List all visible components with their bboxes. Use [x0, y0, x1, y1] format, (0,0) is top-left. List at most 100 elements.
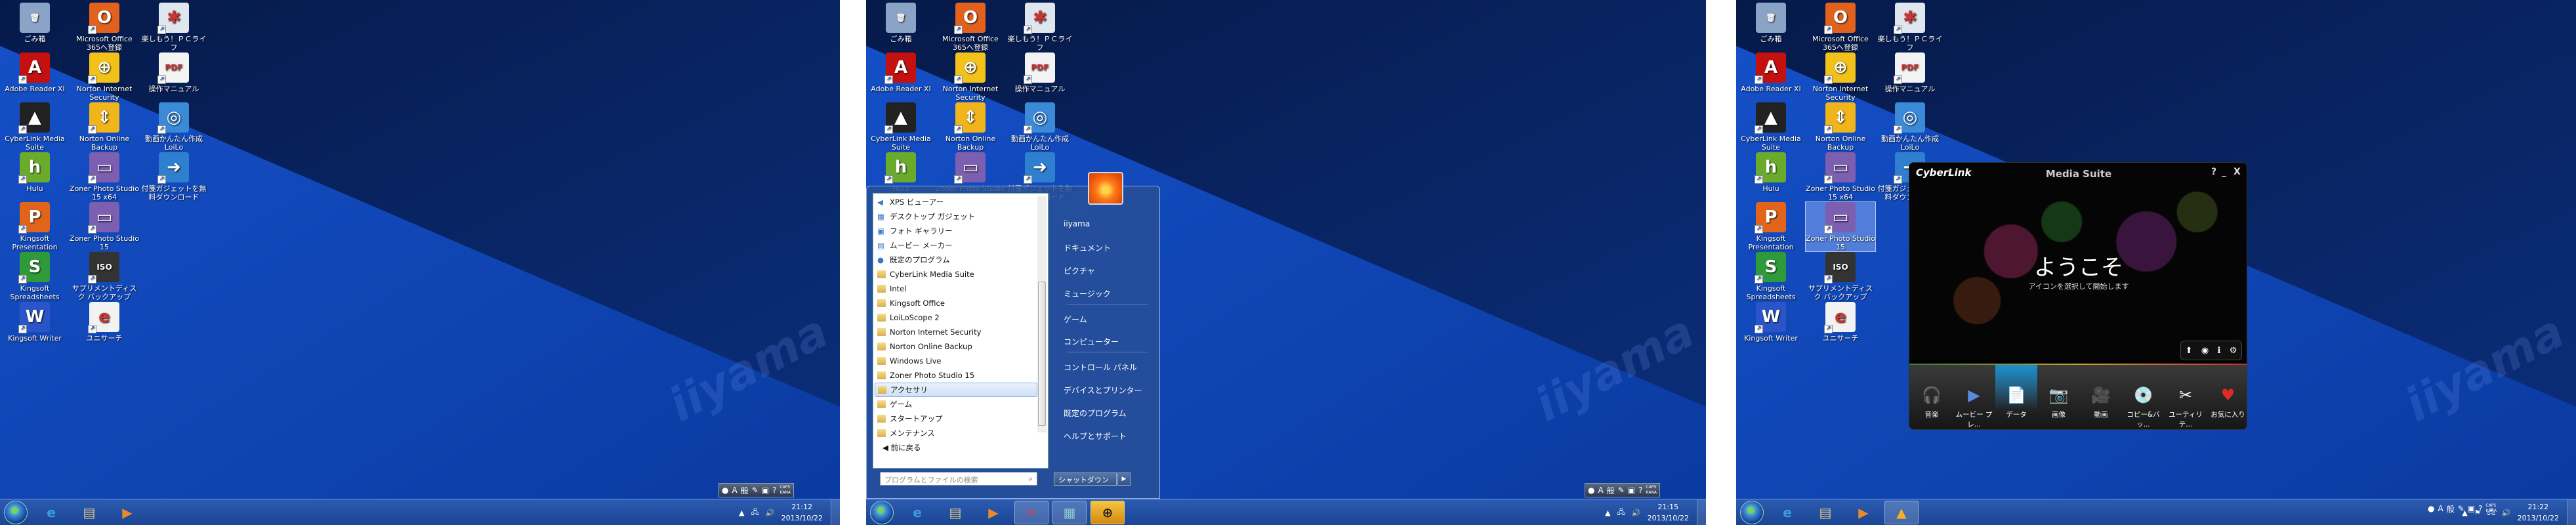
desktop-icon[interactable]: ⊕ ↗ Norton Internet Security: [1806, 52, 1875, 102]
ime-tools-icon[interactable]: ▣: [762, 486, 769, 495]
desktop-icon[interactable]: ⇕ ↗ Norton Online Backup: [936, 102, 1005, 152]
ime-conversion-mode[interactable]: 般: [1607, 485, 1615, 496]
category-button[interactable]: ▶ ムービー プレ...: [1953, 365, 1995, 429]
desktop-icon[interactable]: A ↗ Adobe Reader XI: [0, 52, 70, 93]
program-item[interactable]: ゲーム: [875, 397, 1037, 411]
back-button[interactable]: ◀ 前に戻る: [883, 442, 921, 453]
scrollbar-thumb[interactable]: [1038, 282, 1046, 426]
program-item[interactable]: CyberLink Media Suite: [875, 267, 1037, 282]
cyberlink-community-icon[interactable]: ◉: [2201, 346, 2209, 356]
show-desktop-button[interactable]: [2567, 499, 2576, 525]
category-button[interactable]: 🎧 音楽: [1911, 365, 1953, 429]
desktop-icon[interactable]: 🗑 ごみ箱: [1736, 3, 1806, 43]
desktop-icon[interactable]: A ↗ Adobe Reader XI: [866, 52, 936, 93]
desktop-icon[interactable]: P↗Kingsoft Presentation: [0, 202, 70, 251]
desktop-icon[interactable]: h↗Hulu: [0, 152, 70, 193]
program-item[interactable]: ◀ XPS ビューアー: [875, 195, 1037, 209]
help-button[interactable]: ?: [2211, 167, 2216, 177]
desktop-icon[interactable]: ▭↗Zoner Photo Studio 15: [70, 202, 139, 251]
language-bar[interactable]: ● A 般 ✎ ▣? CAPS KANA: [718, 483, 795, 497]
desktop-icon[interactable]: S↗Kingsoft Spreadsheets: [0, 252, 70, 301]
start-menu-link[interactable]: ピクチャ: [1064, 265, 1095, 276]
desktop-icon[interactable]: PDF ↗ 操作マニュアル: [139, 52, 209, 93]
input-mode[interactable]: A: [732, 486, 737, 495]
help-icon[interactable]: ?: [2478, 504, 2482, 513]
start-menu-link[interactable]: ミュージック: [1064, 288, 1111, 299]
desktop-icon[interactable]: ⊕ ↗ Norton Internet Security: [936, 52, 1005, 102]
program-item[interactable]: Windows Live: [875, 354, 1037, 368]
volume-icon[interactable]: 🔊: [1632, 509, 1641, 517]
program-item[interactable]: ▤ ムービー メーカー: [875, 238, 1037, 253]
clock[interactable]: 21:12 2013/10/22: [781, 501, 823, 524]
input-mode[interactable]: A: [2438, 504, 2443, 513]
desktop-icon[interactable]: ➜↗付箋ガジェットを無料ダウンロード: [139, 152, 209, 201]
gadgets-taskbar-button[interactable]: ▦: [1052, 501, 1087, 524]
norton-taskbar-button[interactable]: ⊕: [1091, 501, 1125, 524]
category-button[interactable]: 📄 データ: [1995, 365, 2037, 429]
desktop-icon[interactable]: ISO↗サプリメントディスク バックアップ: [70, 252, 139, 301]
desktop-icon[interactable]: ▭↗Zoner Photo Studio 15 x64: [70, 152, 139, 201]
program-item[interactable]: メンテナンス: [875, 426, 1037, 440]
desktop-icon[interactable]: A ↗ Adobe Reader XI: [1736, 52, 1806, 93]
help-icon[interactable]: ?: [1638, 486, 1642, 495]
desktop-icon[interactable]: O ↗ Microsoft Office 365へ登録: [70, 3, 139, 52]
start-menu-link[interactable]: iiyama: [1064, 219, 1090, 228]
settings-gear-icon[interactable]: ⚙: [2230, 346, 2237, 356]
start-button[interactable]: [870, 501, 894, 524]
program-item[interactable]: ▦ デスクトップ ガジェット: [875, 209, 1037, 224]
desktop-icon[interactable]: ◎ ↗ 動画かんたん作成 LoiLo: [139, 102, 209, 152]
ime-conversion-mode[interactable]: 般: [741, 485, 749, 496]
explorer-taskbar-button[interactable]: ▤: [1808, 501, 1842, 524]
cyberlink-media-suite-taskbar-button[interactable]: ▲: [1884, 501, 1919, 524]
desktop-icon[interactable]: e↗ユニサーチ: [70, 302, 139, 343]
program-item[interactable]: ▣ フォト ギャラリー: [875, 224, 1037, 238]
desktop-icon[interactable]: PDF ↗ 操作マニュアル: [1875, 52, 1945, 93]
program-item[interactable]: Intel: [875, 282, 1037, 296]
ime-pad-icon[interactable]: ✎: [1618, 486, 1625, 495]
desktop-icon[interactable]: e↗ユニサーチ: [1806, 302, 1875, 343]
category-button[interactable]: ♥ お気に入り: [2207, 365, 2247, 429]
internet-explorer-taskbar-button[interactable]: e: [1770, 501, 1804, 524]
program-item[interactable]: アクセサリ: [875, 383, 1037, 397]
ime-alert-icon[interactable]: ●: [2428, 504, 2434, 513]
search-input[interactable]: プログラムとファイルの検索 ⌕: [880, 472, 1037, 486]
explorer-taskbar-button[interactable]: ▤: [938, 501, 972, 524]
desktop-icon[interactable]: ✱ ↗ 楽しもう！ＰＣライフ: [1005, 3, 1075, 52]
close-button[interactable]: X: [2233, 167, 2241, 177]
desktop-icon[interactable]: ✱ ↗ 楽しもう！ＰＣライフ: [139, 3, 209, 52]
media-player-taskbar-button[interactable]: ▶: [110, 501, 144, 524]
program-item[interactable]: Kingsoft Office: [875, 296, 1037, 310]
desktop-icon[interactable]: ◎ ↗ 動画かんたん作成 LoiLo: [1005, 102, 1075, 152]
program-item[interactable]: Zoner Photo Studio 15: [875, 368, 1037, 383]
show-desktop-button[interactable]: [831, 499, 840, 525]
desktop-icon[interactable]: ▲ ↗ CyberLink Media Suite: [866, 102, 936, 152]
desktop-icon[interactable]: O ↗ Microsoft Office 365へ登録: [1806, 3, 1875, 52]
clock[interactable]: 21:22 2013/10/22: [2518, 501, 2559, 524]
desktop-icon[interactable]: ⇕ ↗ Norton Online Backup: [1806, 102, 1875, 152]
start-menu-link[interactable]: 既定のプログラム: [1064, 408, 1127, 419]
program-item[interactable]: LoiLoScope 2: [875, 310, 1037, 325]
volume-icon[interactable]: 🔊: [2502, 509, 2511, 517]
start-button[interactable]: [4, 501, 28, 524]
start-button[interactable]: [1740, 501, 1764, 524]
language-bar[interactable]: ● A 般 ✎ ▣? CAPS KANA: [1585, 483, 1661, 497]
program-item[interactable]: ● 既定のプログラム: [875, 253, 1037, 267]
desktop-icon[interactable]: ✱ ↗ 楽しもう！ＰＣライフ: [1875, 3, 1945, 52]
desktop-icon[interactable]: ISO↗サプリメントディスク バックアップ: [1806, 252, 1875, 301]
category-button[interactable]: ✂ ユーティリテ...: [2165, 365, 2207, 429]
minimize-button[interactable]: _: [2222, 167, 2226, 177]
desktop-icon[interactable]: 🗑 ごみ箱: [866, 3, 936, 43]
start-menu-link[interactable]: ヘルプとサポート: [1064, 430, 1127, 442]
start-menu-link[interactable]: デバイスとプリンター: [1064, 385, 1142, 396]
ime-tools-icon[interactable]: ▣: [2468, 504, 2475, 513]
desktop-icon[interactable]: 🗑 ごみ箱: [0, 3, 70, 43]
desktop-icon[interactable]: ◎ ↗ 動画かんたん作成 LoiLo: [1875, 102, 1945, 152]
program-item[interactable]: Norton Online Backup: [875, 339, 1037, 354]
user-picture[interactable]: [1088, 172, 1123, 205]
input-mode[interactable]: A: [1598, 486, 1603, 495]
internet-explorer-taskbar-button[interactable]: e: [34, 501, 68, 524]
desktop-icon[interactable]: ⇕ ↗ Norton Online Backup: [70, 102, 139, 152]
desktop-icon[interactable]: W↗Kingsoft Writer: [1736, 302, 1806, 343]
media-player-taskbar-button[interactable]: ▶: [1846, 501, 1880, 524]
ime-pad-icon[interactable]: ✎: [752, 486, 758, 495]
